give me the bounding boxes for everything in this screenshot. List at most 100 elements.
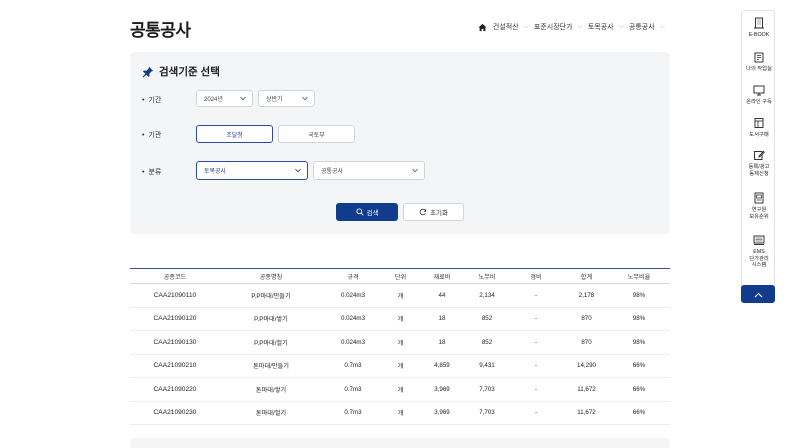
column-header: 노무비 <box>478 273 496 281</box>
table-cell: 7,703 <box>467 377 507 402</box>
chevron-down-icon <box>240 96 246 101</box>
table-cell: 18 <box>417 330 467 355</box>
bottom-panel <box>130 438 670 448</box>
column-header: 공종명칭 <box>259 273 283 281</box>
table-cell: 14,290 <box>565 354 608 378</box>
table-cell: 2,134 <box>467 283 507 308</box>
table-cell: 3,969 <box>417 401 467 425</box>
table-cell: 98% <box>608 307 670 331</box>
table-cell: CAA21090130 <box>130 330 220 355</box>
category-primary-select[interactable]: 토목공사 <box>196 161 308 180</box>
quick-menu: E-BOOK 나의 작업실 온라인 구독 도서구매 등록/광고 동제신청 연구원… <box>741 10 775 290</box>
table-cell: 11,672 <box>565 401 608 425</box>
table-cell: - <box>507 283 565 308</box>
breadcrumb-item[interactable]: 건설적산 <box>493 22 519 32</box>
table-cell: - <box>507 401 565 425</box>
table-cell: CAA21090120 <box>130 307 220 331</box>
quick-menu-ems[interactable]: EMS 단가관리 시스템 <box>742 234 776 269</box>
chevron-up-icon <box>754 285 763 303</box>
column-header: 규격 <box>347 273 359 281</box>
chevron-down-icon[interactable]: ⌵ <box>660 23 665 31</box>
agency-option-pps[interactable]: 조달청 <box>196 125 273 143</box>
table-row[interactable]: CAA21090230 톤마대/헐기 0.7m3 개 3,969 7,703-11,672… <box>130 401 670 425</box>
table-cell: - <box>507 377 565 402</box>
table-cell: - <box>507 307 565 331</box>
table-cell: 개 <box>384 330 417 355</box>
table-cell: 66% <box>608 377 670 402</box>
document-icon <box>753 192 765 204</box>
table-cell: P.P마대/만들기 <box>220 283 322 308</box>
table-cell: 98% <box>608 283 670 308</box>
category-primary-value: 토목공사 <box>204 169 227 175</box>
quick-menu-label: EMS 단가관리 시스템 <box>749 249 769 269</box>
column-header: 공종코드 <box>163 273 187 281</box>
agency-option-molit[interactable]: 국토부 <box>278 125 355 143</box>
chevron-down-icon[interactable]: ⌵ <box>524 23 529 31</box>
table-cell: 44 <box>417 283 467 308</box>
home-icon[interactable] <box>478 23 487 32</box>
table-cell: 0.024m3 <box>322 330 384 355</box>
table-cell: 18 <box>417 307 467 331</box>
page-title: 공통공사 <box>130 21 191 40</box>
quick-menu-subscription[interactable]: 온라인 구독 <box>742 84 776 106</box>
column-header: 경비 <box>530 273 542 281</box>
half-select-value: 상반기 <box>266 97 283 103</box>
table-cell: P.P마대/헐기 <box>220 330 322 355</box>
table-cell: 0.024m3 <box>322 283 384 308</box>
chevron-down-icon <box>412 168 418 173</box>
table-row[interactable]: CAA21090130 P.P마대/헐기 0.024m3 개 18 852-870 98% <box>130 330 670 355</box>
quick-menu-research[interactable]: 연구원 보유순위 <box>742 192 776 220</box>
category-label: 분류 <box>142 167 161 177</box>
table-cell: 9,431 <box>467 354 507 378</box>
table-cell: 0.7m3 <box>322 354 384 378</box>
table-cell: CAA21090220 <box>130 377 220 402</box>
chevron-down-icon[interactable]: ⌵ <box>578 23 583 31</box>
year-select-value: 2024년 <box>204 97 223 103</box>
briefcase-icon <box>753 51 765 63</box>
search-criteria-panel: 검색기준 선택 기간 2024년 상반기 기관 조달청 국토부 분류 토목공사 … <box>130 52 670 234</box>
table-cell: 870 <box>565 307 608 331</box>
quick-menu-ebook[interactable]: E-BOOK <box>742 17 776 39</box>
refresh-icon <box>419 208 427 216</box>
table-cell: 3,969 <box>417 377 467 402</box>
quick-menu-book-purchase[interactable]: 도서구매 <box>742 117 776 139</box>
quick-menu-label: 온라인 구독 <box>746 99 772 105</box>
table-cell: 852 <box>467 307 507 331</box>
table-row[interactable]: CAA21090120 P.P마대/쌓기 0.024m3 개 18 852-870 98% <box>130 307 670 331</box>
breadcrumb-item[interactable]: 표준시장단가 <box>534 22 573 32</box>
chevron-down-icon <box>302 96 308 101</box>
table-cell: 870 <box>565 330 608 355</box>
quick-menu-workspace[interactable]: 나의 작업실 <box>742 51 776 73</box>
breadcrumb-item[interactable]: 토목공사 <box>588 22 614 32</box>
table-cell: 4,859 <box>417 354 467 378</box>
table-row[interactable]: CAA21090220 톤마대/쌓기 0.7m3 개 3,969 7,703-11,672… <box>130 377 670 402</box>
keyboard-icon <box>753 234 765 246</box>
table-cell: 98% <box>608 330 670 355</box>
search-button[interactable]: 검색 <box>336 203 398 221</box>
table-cell: 7,703 <box>467 401 507 425</box>
period-label: 기간 <box>142 95 161 105</box>
table-row[interactable]: CAA21090110 P.P마대/만들기 0.024m3 개 44 2,134-2,17… <box>130 283 670 308</box>
quick-menu-registration[interactable]: 등록/광고 동제신청 <box>742 149 776 177</box>
quick-menu-label: 나의 작업실 <box>746 66 772 72</box>
table-header-row: 공종코드 공종명칭 규격 단위 재료비 노무비 경비 합계 노무비율 <box>130 268 670 284</box>
table-cell: 2,178 <box>565 283 608 308</box>
quick-menu-label: 도서구매 <box>749 132 769 138</box>
column-header: 재료비 <box>433 273 451 281</box>
chevron-down-icon[interactable]: ⌵ <box>619 23 624 31</box>
year-select[interactable]: 2024년 <box>196 90 253 107</box>
category-secondary-select[interactable]: 공통공사 <box>313 161 425 180</box>
table-cell: CAA21090230 <box>130 401 220 425</box>
quick-menu-label: 연구원 보유순위 <box>749 207 769 220</box>
table-cell: - <box>507 354 565 378</box>
column-header: 노무비율 <box>627 273 651 281</box>
scroll-top-button[interactable] <box>741 285 775 303</box>
monitor-icon <box>753 84 765 96</box>
breadcrumb-item[interactable]: 공통공사 <box>629 22 655 32</box>
half-select[interactable]: 상반기 <box>258 90 315 107</box>
table-row[interactable]: CAA21090210 톤마대/만들기 0.7m3 개 4,859 9,431-14,29… <box>130 354 670 378</box>
chevron-down-icon <box>295 168 301 173</box>
table-cell: 개 <box>384 354 417 378</box>
reset-button[interactable]: 초기화 <box>403 203 464 221</box>
table-cell: 개 <box>384 283 417 308</box>
